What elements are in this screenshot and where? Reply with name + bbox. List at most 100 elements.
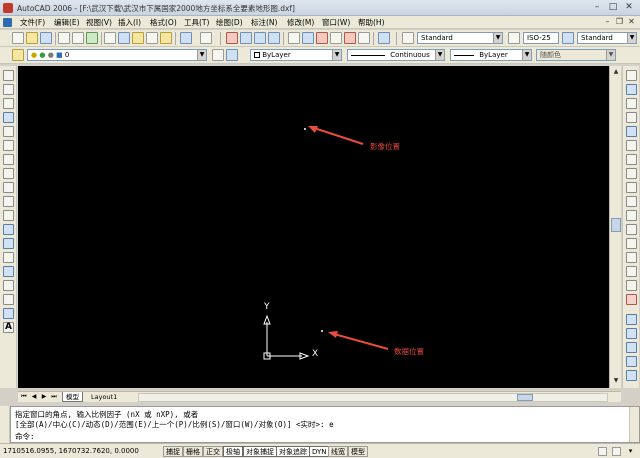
block-editor-icon[interactable] — [160, 32, 172, 44]
menu-insert[interactable]: 插入(I) — [118, 17, 141, 28]
offset-icon[interactable] — [626, 112, 637, 123]
polar-toggle[interactable]: 极轴 — [223, 446, 243, 457]
extend-icon[interactable] — [626, 210, 637, 221]
spline-icon[interactable] — [3, 182, 14, 193]
break-at-point-icon[interactable] — [626, 224, 637, 235]
paste-icon[interactable] — [132, 32, 144, 44]
print-preview-icon[interactable] — [72, 32, 84, 44]
print-icon[interactable] — [58, 32, 70, 44]
multiline-text-icon[interactable]: A — [3, 322, 14, 333]
match-properties-icon[interactable] — [146, 32, 158, 44]
gradient-icon[interactable] — [3, 280, 14, 291]
menu-draw[interactable]: 绘图(D) — [216, 17, 243, 28]
menu-format[interactable]: 格式(O) — [150, 17, 177, 28]
bring-above-icon[interactable] — [626, 356, 637, 367]
command-window[interactable]: 指定窗口的角点, 输入比例因子 (nX 或 nXP), 或者 [全部(A)/中心… — [10, 406, 640, 443]
command-scrollbar[interactable] — [629, 407, 639, 442]
communication-center-icon[interactable] — [598, 447, 607, 456]
open-icon[interactable] — [26, 32, 38, 44]
break-icon[interactable] — [626, 238, 637, 249]
layer-select[interactable]: ● ● ● ■ 0 ▼ — [27, 49, 207, 61]
tool-palettes-icon[interactable] — [316, 32, 328, 44]
horizontal-scrollbar[interactable] — [138, 393, 608, 402]
table-icon[interactable] — [3, 308, 14, 319]
polyline-icon[interactable] — [3, 98, 14, 109]
drawing-area[interactable]: Y X 影像位置 数据位置 — [18, 66, 609, 388]
maximize-button[interactable]: □ — [606, 2, 620, 14]
menu-edit[interactable]: 编辑(E) — [54, 17, 80, 28]
erase-icon[interactable] — [626, 70, 637, 81]
markup-icon[interactable] — [344, 32, 356, 44]
lineweight-toggle[interactable]: 线宽 — [328, 446, 348, 457]
menu-view[interactable]: 视图(V) — [86, 17, 112, 28]
polygon-icon[interactable] — [3, 112, 14, 123]
text-style-icon[interactable] — [402, 32, 414, 44]
menu-help[interactable]: 帮助(H) — [358, 17, 385, 28]
otrack-toggle[interactable]: 对象追踪 — [276, 446, 310, 457]
first-tab-icon[interactable]: ⏮ — [20, 393, 28, 401]
menu-file[interactable]: 文件(F) — [20, 17, 45, 28]
copy-object-icon[interactable] — [626, 84, 637, 95]
command-window-grip[interactable] — [0, 406, 10, 443]
hatch-icon[interactable] — [3, 266, 14, 277]
new-icon[interactable] — [12, 32, 24, 44]
text-style-select[interactable]: Standard ▼ — [417, 32, 503, 44]
osnap-toggle[interactable]: 对象捕捉 — [243, 446, 277, 457]
prev-tab-icon[interactable]: ◀ — [30, 393, 38, 401]
calculator-icon[interactable] — [358, 32, 370, 44]
drawing-document-icon[interactable] — [3, 18, 12, 27]
properties-icon[interactable] — [288, 32, 300, 44]
mdi-close-button[interactable]: ✕ — [627, 17, 636, 27]
layer-manager-icon[interactable] — [12, 49, 24, 61]
minimize-button[interactable]: – — [590, 2, 604, 14]
horizontal-scroll-thumb[interactable] — [517, 394, 533, 401]
vertical-scroll-thumb[interactable] — [611, 218, 621, 232]
draw-order-icon[interactable] — [626, 314, 637, 325]
publish-icon[interactable] — [86, 32, 98, 44]
join-icon[interactable] — [626, 252, 637, 263]
sheet-set-icon[interactable] — [330, 32, 342, 44]
arc-icon[interactable] — [3, 140, 14, 151]
rectangle-icon[interactable] — [3, 126, 14, 137]
design-center-icon[interactable] — [302, 32, 314, 44]
chamfer-icon[interactable] — [626, 266, 637, 277]
next-tab-icon[interactable]: ▶ — [40, 393, 48, 401]
scale-icon[interactable] — [626, 168, 637, 179]
status-menu-icon[interactable]: ▾ — [626, 447, 635, 456]
menu-tools[interactable]: 工具(T) — [184, 17, 209, 28]
help-icon[interactable] — [378, 32, 390, 44]
table-style-icon[interactable] — [562, 32, 574, 44]
color-select[interactable]: ByLayer ▼ — [250, 49, 342, 61]
menu-window[interactable]: 窗口(W) — [322, 17, 350, 28]
model-toggle[interactable]: 模型 — [348, 446, 368, 457]
lineweight-select[interactable]: ByLayer ▼ — [450, 49, 532, 61]
revision-cloud-icon[interactable] — [3, 168, 14, 179]
array-icon[interactable] — [626, 126, 637, 137]
send-under-icon[interactable] — [626, 370, 637, 381]
layer-previous-icon[interactable] — [226, 49, 238, 61]
pan-icon[interactable] — [226, 32, 238, 44]
send-to-back-icon[interactable] — [626, 342, 637, 353]
undo-icon[interactable] — [180, 32, 192, 44]
construction-line-icon[interactable] — [3, 84, 14, 95]
move-icon[interactable] — [626, 140, 637, 151]
close-button[interactable]: ✕ — [622, 2, 636, 14]
ortho-toggle[interactable]: 正交 — [203, 446, 223, 457]
snap-toggle[interactable]: 捕捉 — [163, 446, 183, 457]
make-block-icon[interactable] — [3, 238, 14, 249]
mdi-minimize-button[interactable]: – — [603, 17, 612, 27]
command-prompt[interactable]: 命令: — [15, 431, 35, 442]
scroll-up-icon[interactable]: ▲ — [611, 67, 621, 77]
point-icon[interactable] — [3, 252, 14, 263]
circle-icon[interactable] — [3, 154, 14, 165]
zoom-previous-icon[interactable] — [268, 32, 280, 44]
last-tab-icon[interactable]: ⏭ — [50, 393, 58, 401]
region-icon[interactable] — [3, 294, 14, 305]
insert-block-icon[interactable] — [3, 224, 14, 235]
ellipse-icon[interactable] — [3, 196, 14, 207]
bring-to-front-icon[interactable] — [626, 328, 637, 339]
fillet-icon[interactable] — [626, 280, 637, 291]
stretch-icon[interactable] — [626, 182, 637, 193]
line-icon[interactable] — [3, 70, 14, 81]
plot-style-select[interactable]: 随颜色 ▼ — [536, 49, 616, 61]
